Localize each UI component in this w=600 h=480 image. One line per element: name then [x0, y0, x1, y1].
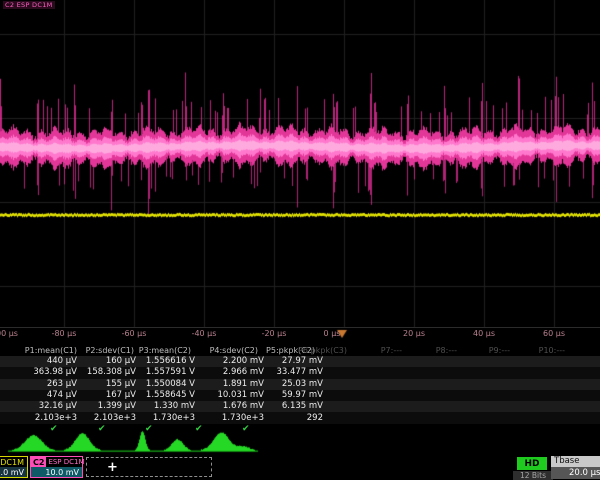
c2-scale-value: 10.0 mV — [31, 467, 82, 477]
measurement-header-row: P1:mean(C1) P2:sdev(C1) P3:mean(C2) P4:s… — [0, 344, 600, 356]
time-tick-label: -100 µs — [0, 329, 18, 339]
stat-value: 167 µV — [79, 390, 138, 401]
bit-depth-label: 12 Bits — [513, 471, 553, 480]
stat-value: 10.031 mV — [197, 390, 266, 401]
trace-descriptor-label: C2 ESP DC1M — [3, 1, 55, 9]
plus-icon: + — [107, 461, 118, 474]
stat-row-max: 474 µV 167 µV 1.558645 V 10.031 mV 59.97… — [0, 390, 600, 401]
time-tick-label: -40 µs — [192, 329, 217, 339]
stat-value: 1.730e+3 — [138, 413, 197, 424]
grid-bottom-divider — [0, 327, 600, 328]
param-header-p7[interactable]: P7:--- — [347, 345, 402, 356]
stat-value: 1.558645 V — [138, 390, 197, 401]
param-header-p6[interactable]: P6:pkpk(C3) — [315, 345, 347, 356]
time-tick-label: 0 µs — [324, 329, 341, 339]
stat-value: 2.103e+3 — [79, 413, 138, 424]
descriptor-bar: DC1M 10.0 mV C2 ESP DC1M 10.0 mV + HD 12… — [0, 454, 600, 480]
channel-c2-descriptor[interactable]: C2 ESP DC1M 10.0 mV — [30, 456, 83, 478]
stat-value: 1.550084 V — [138, 379, 197, 390]
stat-value: 32.16 µV — [0, 401, 79, 412]
c1-coupling-label: DC1M — [0, 457, 27, 467]
stat-value: 1.556616 V — [138, 356, 197, 367]
stat-value: 2.966 mV — [197, 367, 266, 378]
stat-value: 474 µV — [0, 390, 79, 401]
time-tick-label: -60 µs — [122, 329, 147, 339]
param-header-p2[interactable]: P2:sdev(C1) — [77, 345, 134, 356]
status-check-icon: ✔ — [50, 424, 58, 435]
channel-c1-descriptor[interactable]: DC1M 10.0 mV — [0, 456, 28, 478]
param-header-p8[interactable]: P8:--- — [402, 345, 457, 356]
status-check-icon: ✔ — [195, 424, 203, 435]
stat-value: 158.308 µV — [79, 367, 138, 378]
stat-value: 1.399 µV — [79, 401, 138, 412]
stat-value: 292 — [266, 413, 325, 424]
c1-scale-value: 10.0 mV — [0, 467, 27, 477]
time-tick-label: 20 µs — [403, 329, 425, 339]
stat-value: 27.97 mV — [266, 356, 325, 367]
stat-value: 1.330 mV — [138, 401, 197, 412]
stat-value: 160 µV — [79, 356, 138, 367]
c2-coupling-label: ESP DC1M — [48, 458, 84, 466]
timebase-descriptor[interactable]: Tbase 20.0 µs — [551, 456, 600, 479]
param-header-p10[interactable]: P10:--- — [510, 345, 565, 356]
timebase-title: Tbase — [551, 456, 600, 467]
stat-row-value: 440 µV 160 µV 1.556616 V 2.200 mV 27.97 … — [0, 356, 600, 367]
time-tick-label: 40 µs — [473, 329, 495, 339]
timebase-scale-value: 20.0 µs — [551, 467, 600, 479]
time-tick-label: -80 µs — [52, 329, 77, 339]
add-trace-slot[interactable]: + — [86, 457, 212, 477]
param-header-p1[interactable]: P1:mean(C1) — [0, 345, 77, 356]
hd-mode-badge[interactable]: HD — [517, 457, 547, 470]
param-header-p4[interactable]: P4:sdev(C2) — [191, 345, 258, 356]
stat-row-mean: 363.98 µV 158.308 µV 1.557591 V 2.966 mV… — [0, 367, 600, 378]
stat-value: 1.676 mV — [197, 401, 266, 412]
time-tick-label: -20 µs — [262, 329, 287, 339]
stat-value: 33.477 mV — [266, 367, 325, 378]
oscilloscope-screen: C2 ESP DC1M -100 µs -80 µs -60 µs -40 µs… — [0, 0, 600, 480]
status-check-icon: ✔ — [145, 424, 153, 435]
stat-value: 2.103e+3 — [0, 413, 79, 424]
stat-value: 1.891 mV — [197, 379, 266, 390]
stat-row-sdev: 32.16 µV 1.399 µV 1.330 mV 1.676 mV 6.13… — [0, 401, 600, 412]
stat-value: 263 µV — [0, 379, 79, 390]
c2-channel-badge: C2 — [31, 457, 46, 467]
param-header-p11[interactable]: P11:--- — [565, 345, 600, 356]
stat-row-status: ✔ ✔ ✔ ✔ ✔ — [0, 424, 600, 435]
measurement-table: P1:mean(C1) P2:sdev(C1) P3:mean(C2) P4:s… — [0, 344, 600, 435]
status-check-icon: ✔ — [242, 424, 250, 435]
stat-value: 59.97 mV — [266, 390, 325, 401]
stat-value: 363.98 µV — [0, 367, 79, 378]
time-tick-label: 60 µs — [543, 329, 565, 339]
param-header-p3[interactable]: P3:mean(C2) — [134, 345, 191, 356]
stat-value: 25.03 mV — [266, 379, 325, 390]
stat-row-num: 2.103e+3 2.103e+3 1.730e+3 1.730e+3 292 — [0, 412, 600, 423]
stat-value: 1.730e+3 — [197, 413, 266, 424]
stat-value: 1.557591 V — [138, 367, 197, 378]
stat-value: 6.135 mV — [266, 401, 325, 412]
stat-value: 440 µV — [0, 356, 79, 367]
stat-value: 2.200 mV — [197, 356, 266, 367]
stat-row-min: 263 µV 155 µV 1.550084 V 1.891 mV 25.03 … — [0, 379, 600, 390]
status-check-icon: ✔ — [98, 424, 106, 435]
stat-value: 155 µV — [79, 379, 138, 390]
param-header-p9[interactable]: P9:--- — [457, 345, 510, 356]
